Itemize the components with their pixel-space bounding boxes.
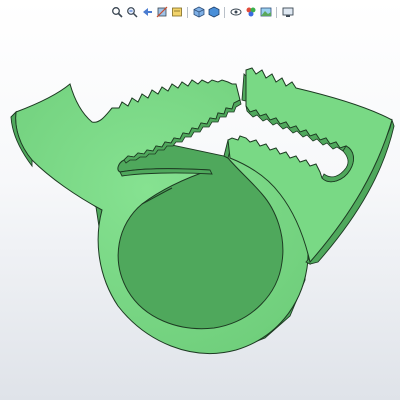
graphics-area[interactable] — [0, 0, 400, 400]
hose-clamp-model[interactable] — [0, 0, 400, 400]
clamp-band-body — [10, 79, 311, 354]
